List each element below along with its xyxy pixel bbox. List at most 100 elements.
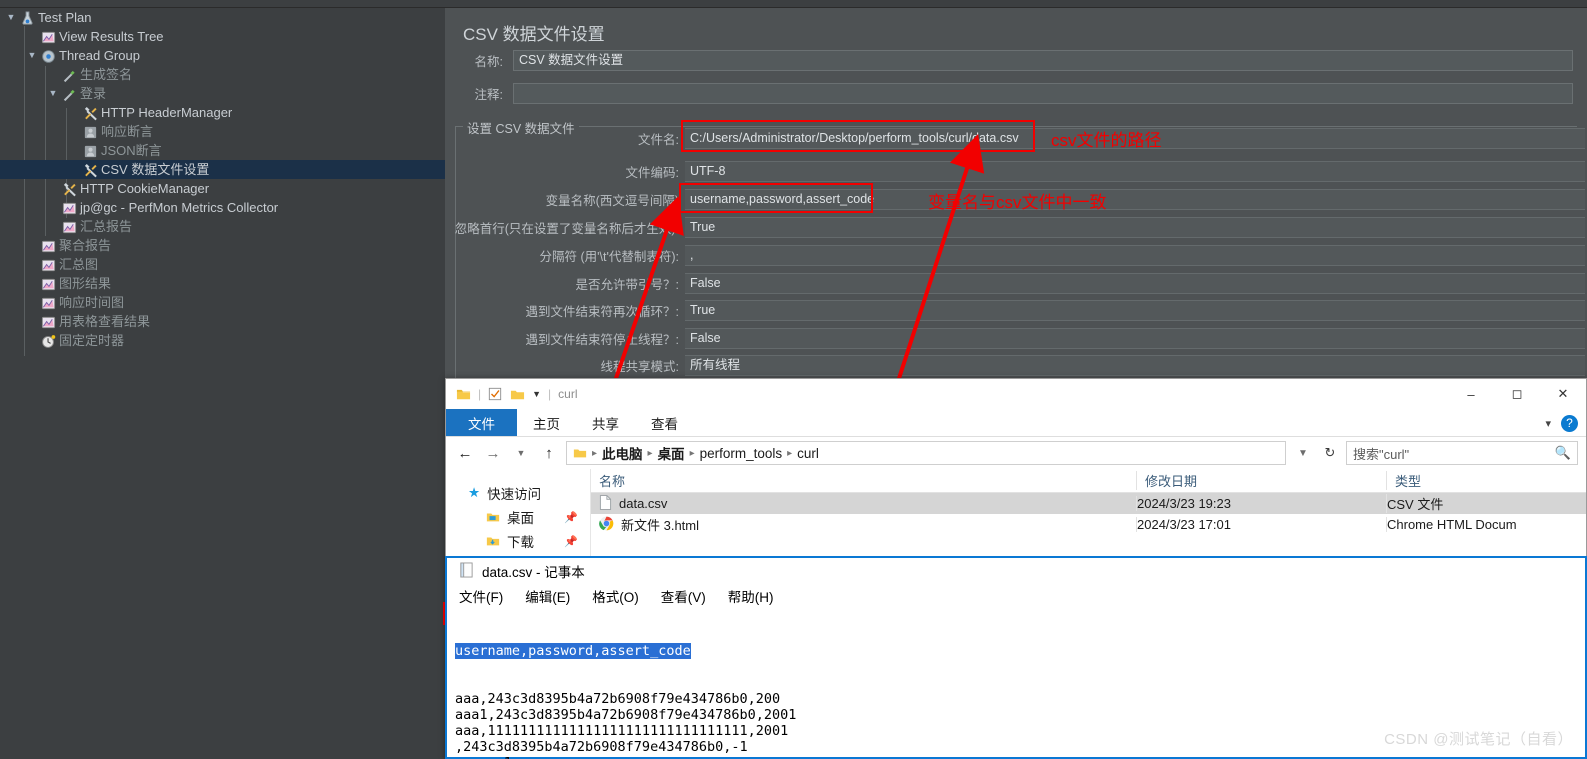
varname-annotation-text: 变量名与csv文件中一致 [928, 193, 1107, 212]
address-dropdown-icon[interactable]: ▼ [1292, 448, 1314, 459]
listener-icon [39, 312, 57, 331]
tree-node[interactable]: View Results Tree [0, 27, 445, 46]
explorer-title-text: curl [558, 387, 578, 401]
table-row[interactable]: 新文件 3.html 2024/3/23 17:01 Chrome HTML Doc… [591, 514, 1586, 535]
menu-file[interactable]: 文件(F) [459, 586, 503, 606]
tab-share[interactable]: 共享 [576, 409, 635, 436]
tree-node[interactable]: ▼ Thread Group [0, 46, 445, 65]
tree-node[interactable]: 聚合报告 [0, 236, 445, 255]
field-label: 文件名: [638, 133, 679, 147]
tree-node[interactable]: 响应断言 [0, 122, 445, 141]
tab-view[interactable]: 查看 [635, 409, 694, 436]
forward-icon[interactable]: → [482, 445, 504, 462]
tree-node-label: 聚合报告 [59, 238, 112, 253]
explorer-window-buttons: – ◻ ✕ [1448, 379, 1586, 409]
field-input[interactable]: True [685, 217, 1585, 238]
jmeter-test-plan-tree[interactable]: ▼ Test Plan View Results Tree ▼ Thread Group… [0, 8, 445, 759]
search-input[interactable]: 搜索"curl" 🔍 [1346, 441, 1578, 465]
chevron-down-icon[interactable]: ▼ [25, 46, 39, 65]
nav-item-downloads[interactable]: 下载 📌 [446, 529, 590, 553]
tree-node[interactable]: 汇总报告 [0, 217, 445, 236]
tree-node-label: 用表格查看结果 [59, 314, 151, 329]
minimize-icon[interactable]: – [1448, 379, 1494, 409]
dropdown-icon[interactable]: ▼ [532, 389, 541, 399]
file-name-text: data.csv [619, 496, 668, 511]
breadcrumb[interactable]: ▸ 此电脑 ▸ 桌面 ▸ perform_tools ▸ curl [566, 441, 1286, 465]
tree-node[interactable]: HTTP HeaderManager [0, 103, 445, 122]
tab-file[interactable]: 文件 [446, 409, 517, 436]
tree-node-label: CSV 数据文件设置 [101, 162, 210, 177]
table-row[interactable]: data.csv 2024/3/23 19:23 CSV 文件 [591, 493, 1586, 514]
field-input[interactable]: 所有线程 [685, 355, 1585, 376]
maximize-icon[interactable]: ◻ [1494, 379, 1540, 409]
up-icon[interactable]: ↑ [538, 445, 560, 462]
menu-edit[interactable]: 编辑(E) [525, 586, 570, 606]
tree-node[interactable]: jp@gc - PerfMon Metrics Collector [0, 198, 445, 217]
column-header-date[interactable]: 修改日期 [1136, 471, 1386, 490]
menu-view[interactable]: 查看(V) [661, 586, 706, 606]
breadcrumb-sep: ▸ [647, 447, 653, 459]
field-row: 文件编码: UTF-8 [445, 161, 1587, 182]
column-header-type[interactable]: 类型 [1386, 471, 1586, 490]
comment-input[interactable] [513, 83, 1573, 104]
field-label: 忽略首行(只在设置了变量名称后才生效): [454, 222, 679, 236]
field-input[interactable]: False [685, 273, 1585, 294]
listener-icon [39, 236, 57, 255]
tree-node[interactable]: CSV 数据文件设置 [0, 160, 445, 179]
search-placeholder: 搜索"curl" [1353, 446, 1410, 462]
new-folder-icon[interactable] [510, 387, 525, 402]
pin-icon[interactable]: 📌 [564, 511, 578, 524]
watermark: CSDN @测试笔记（自看） [1384, 731, 1573, 748]
nav-item-desktop[interactable]: 桌面 📌 [446, 505, 590, 529]
help-icon[interactable]: ? [1561, 414, 1578, 432]
desktop-folder-icon [486, 510, 500, 525]
tree-node[interactable]: 生成签名 [0, 65, 445, 84]
pin-icon[interactable]: 📌 [564, 535, 578, 548]
listener-icon [39, 27, 57, 46]
tree-node-label: 生成签名 [80, 67, 133, 82]
field-row: 分隔符 (用'\t'代替制表符):, [445, 245, 1587, 266]
field-row: 遇到文件结束符再次循环？: True [445, 300, 1587, 321]
tree-node[interactable]: 响应时间图 [0, 293, 445, 312]
page-title: CSV 数据文件设置 [463, 25, 605, 44]
recent-locations-icon[interactable]: ▼ [510, 448, 532, 458]
timer-icon [39, 331, 57, 350]
breadcrumb-item-0[interactable]: 此电脑 [602, 443, 643, 463]
chevron-down-icon[interactable]: ▼ [46, 84, 60, 103]
field-input[interactable]: , [685, 245, 1585, 266]
menu-format[interactable]: 格式(O) [592, 586, 639, 606]
menu-help[interactable]: 帮助(H) [728, 586, 774, 606]
back-icon[interactable]: ← [454, 445, 476, 462]
field-input[interactable]: False [685, 328, 1585, 349]
tree-node[interactable]: ▼ Test Plan [0, 8, 445, 27]
tree-node[interactable]: 固定定时器 [0, 331, 445, 350]
tree-node[interactable]: ▼ 登录 [0, 84, 445, 103]
comment-row: 注释: [455, 83, 1577, 104]
tab-home[interactable]: 主页 [517, 409, 576, 436]
folder-icon[interactable] [456, 387, 471, 402]
properties-icon[interactable] [488, 387, 503, 402]
close-icon[interactable]: ✕ [1540, 379, 1586, 409]
field-input[interactable]: UTF-8 [685, 161, 1585, 182]
comment-label: 注释: [474, 88, 503, 102]
ribbon-collapse-icon[interactable]: ▾ [1545, 417, 1551, 430]
tree-node-label: Thread Group [59, 48, 140, 63]
tree-node[interactable]: 用表格查看结果 [0, 312, 445, 331]
breadcrumb-item-2[interactable]: perform_tools [700, 446, 783, 461]
tree-node[interactable]: HTTP CookieManager [0, 179, 445, 198]
name-input[interactable]: CSV 数据文件设置 [513, 50, 1573, 71]
tree-node[interactable]: 图形结果 [0, 274, 445, 293]
breadcrumb-item-1[interactable]: 桌面 [658, 443, 685, 463]
notepad-title-text: data.csv - 记事本 [482, 565, 585, 580]
tree-node-label: Test Plan [38, 10, 92, 25]
nav-item-quick-access[interactable]: ★ 快速访问 [446, 481, 590, 505]
filename-highlight-box [681, 120, 1035, 152]
tree-node[interactable]: JSON断言 [0, 141, 445, 160]
breadcrumb-item-3[interactable]: curl [797, 446, 819, 461]
field-input[interactable]: True [685, 300, 1585, 321]
nav-item-label: 快速访问 [487, 487, 542, 502]
refresh-icon[interactable]: ↻ [1320, 445, 1340, 461]
chevron-down-icon[interactable]: ▼ [4, 8, 18, 27]
column-header-name[interactable]: 名称 [591, 471, 1136, 490]
tree-node[interactable]: 汇总图 [0, 255, 445, 274]
